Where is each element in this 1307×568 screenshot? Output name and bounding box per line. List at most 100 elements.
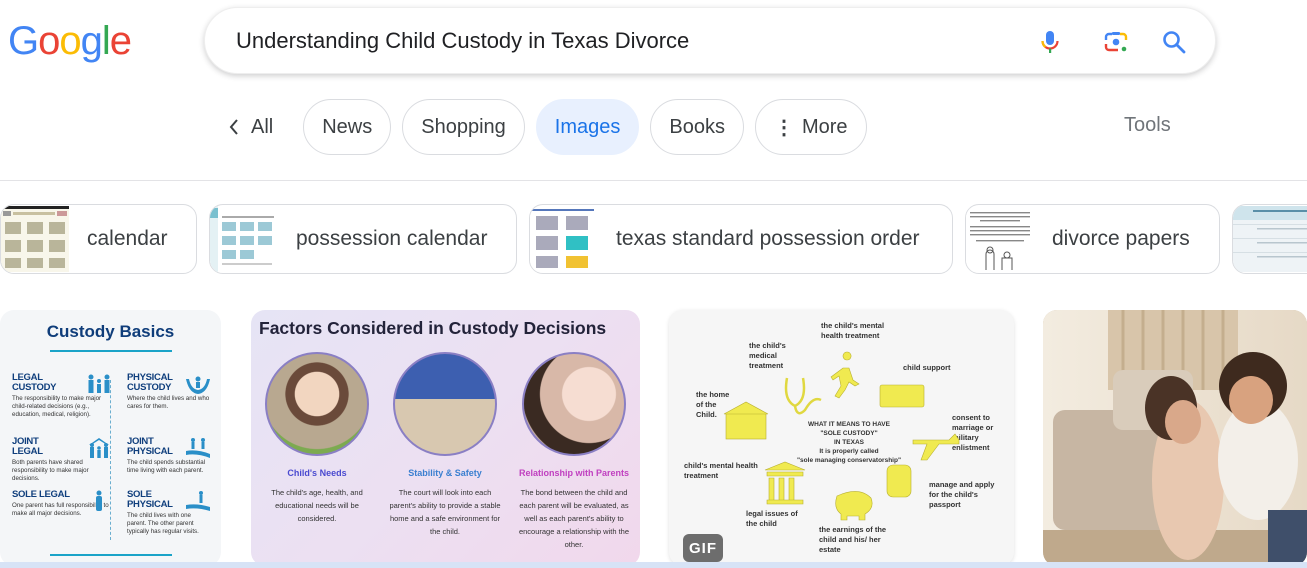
logo-letter: g: [80, 19, 103, 63]
factor-column: Relationship with Parents The bond betwe…: [514, 352, 634, 551]
block-heading: PHYSICAL CUSTODY: [127, 372, 173, 393]
logo-letter: l: [101, 19, 111, 63]
image-result-factors-custody[interactable]: Factors Considered in Custody Decisions …: [251, 310, 640, 566]
airplane-icon: [912, 433, 960, 461]
block-desc: Both parents have shared responsibility …: [12, 459, 89, 482]
related-label: divorce papers: [1052, 227, 1190, 250]
search-tabs: All News Shopping Images Books ⋮ More: [225, 99, 878, 155]
logo-letter: e: [109, 19, 132, 63]
stethoscope-icon: [784, 377, 822, 415]
factor-desc: The bond between the child and each pare…: [518, 488, 630, 549]
tab-news-label: News: [322, 115, 373, 138]
block-heading: SOLE PHYSICAL: [127, 489, 173, 510]
image-result-custody-basics[interactable]: Custody Basics LEGAL CUSTODY The respons…: [0, 310, 221, 566]
search-icon[interactable]: [1161, 29, 1187, 55]
google-logo[interactable]: Google: [8, 17, 132, 65]
hand-children-icon: [186, 438, 210, 458]
related-searches: calendar possession calendar texas stand…: [0, 204, 1307, 274]
factor-column: Child's Needs The child's age, health, a…: [257, 352, 377, 525]
children-playing-photo: [393, 352, 497, 456]
tab-books[interactable]: Books: [650, 99, 744, 155]
tab-shopping[interactable]: Shopping: [402, 99, 525, 155]
custody-chart-thumbnail: [1233, 206, 1307, 272]
tab-images[interactable]: Images: [535, 99, 640, 155]
related-label: calendar: [87, 227, 168, 250]
piggy-bank-icon: [835, 491, 873, 521]
chevron-left-icon: [229, 119, 238, 135]
possession-order-thumbnail: [530, 206, 598, 272]
search-box[interactable]: [204, 7, 1216, 74]
related-chip-divorce-papers[interactable]: divorce papers: [965, 204, 1220, 274]
block-heading: LEGAL CUSTODY: [12, 372, 57, 393]
tab-more[interactable]: ⋮ More: [754, 99, 867, 155]
tab-all-label: All: [251, 115, 274, 138]
money-icon: [879, 384, 925, 408]
bottom-rule: [50, 554, 172, 556]
tab-shopping-label: Shopping: [421, 115, 506, 138]
related-label: possession calendar: [296, 227, 488, 250]
logo-letter: o: [38, 19, 60, 63]
header-divider: [0, 180, 1307, 181]
divorce-papers-thumbnail: [966, 206, 1034, 272]
related-chip-calendar[interactable]: calendar: [0, 204, 197, 274]
factor-heading: Relationship with Parents: [518, 468, 630, 478]
possession-calendar-thumbnail: [210, 206, 278, 272]
custody-block: SOLE PHYSICAL The child lives with one p…: [127, 490, 211, 536]
block-desc: Where the child lives and who cares for …: [127, 395, 210, 410]
tab-all[interactable]: All: [225, 99, 283, 155]
logo-letter: o: [59, 19, 81, 63]
tab-news[interactable]: News: [303, 99, 392, 155]
hands-child-icon: [186, 376, 210, 394]
courthouse-icon: [764, 461, 806, 505]
block-desc: The responsibility to make major child-r…: [12, 395, 102, 418]
running-child-icon: [830, 351, 860, 399]
more-vert-icon: ⋮: [773, 116, 794, 139]
custody-block: SOLE LEGAL One parent has full responsib…: [12, 490, 112, 518]
hand-child-icon: [186, 491, 210, 511]
mother-child-photo: [1043, 310, 1307, 566]
related-chip-partial[interactable]: [1232, 204, 1307, 274]
image-result-mother-child-photo[interactable]: [1043, 310, 1307, 566]
factor-column: Stability & Safety The court will look i…: [385, 352, 505, 538]
logo-letter: G: [8, 19, 39, 63]
block-heading: SOLE LEGAL: [12, 489, 70, 500]
tools-button[interactable]: Tools: [1124, 114, 1171, 137]
card-title: Factors Considered in Custody Decisions: [259, 318, 607, 338]
gif-badge: GIF: [683, 534, 723, 562]
factor-desc: The court will look into each parent's a…: [389, 488, 501, 536]
custody-block: LEGAL CUSTODY The responsibility to make…: [12, 373, 112, 419]
family-icon: [88, 374, 110, 393]
family-house-icon: [89, 438, 109, 458]
tab-images-label: Images: [554, 115, 621, 138]
custody-block: PHYSICAL CUSTODY Where the child lives a…: [127, 373, 211, 411]
lens-camera-icon[interactable]: [1103, 29, 1129, 55]
block-heading: JOINT PHYSICAL: [127, 436, 173, 457]
microphone-icon[interactable]: [1037, 29, 1063, 55]
image-result-sole-custody-gif[interactable]: the child's mental health treatment the …: [669, 310, 1014, 566]
factor-heading: Stability & Safety: [408, 468, 482, 478]
parent-baby-photo: [522, 352, 626, 456]
block-desc: The child lives with one parent. The oth…: [127, 512, 199, 535]
block-heading: JOINT LEGAL: [12, 436, 43, 457]
tab-books-label: Books: [669, 115, 725, 138]
card-title: Custody Basics: [46, 322, 175, 341]
house-icon: [725, 412, 767, 440]
child-eating-photo: [265, 352, 369, 456]
factor-desc: The child's age, health, and educational…: [271, 488, 363, 523]
house-roof-icon: [723, 401, 769, 415]
related-label: texas standard possession order: [616, 227, 920, 250]
person-icon: [96, 490, 102, 511]
tab-more-label: More: [801, 115, 848, 138]
custody-block: JOINT PHYSICAL The child spends substant…: [127, 437, 211, 475]
backpack-icon: [886, 464, 912, 498]
factor-heading: Child's Needs: [287, 468, 347, 478]
block-desc: The child spends substantial time living…: [127, 459, 206, 474]
bottom-highlight-bar: [0, 562, 1307, 568]
related-chip-texas-standard-possession-order[interactable]: texas standard possession order: [529, 204, 953, 274]
related-chip-possession-calendar[interactable]: possession calendar: [209, 204, 517, 274]
calendar-thumbnail: [1, 206, 69, 272]
title-underline: [50, 350, 172, 352]
search-input[interactable]: [236, 28, 996, 54]
yellow-icons: [723, 351, 960, 521]
custody-block: JOINT LEGAL Both parents have shared res…: [12, 437, 112, 483]
